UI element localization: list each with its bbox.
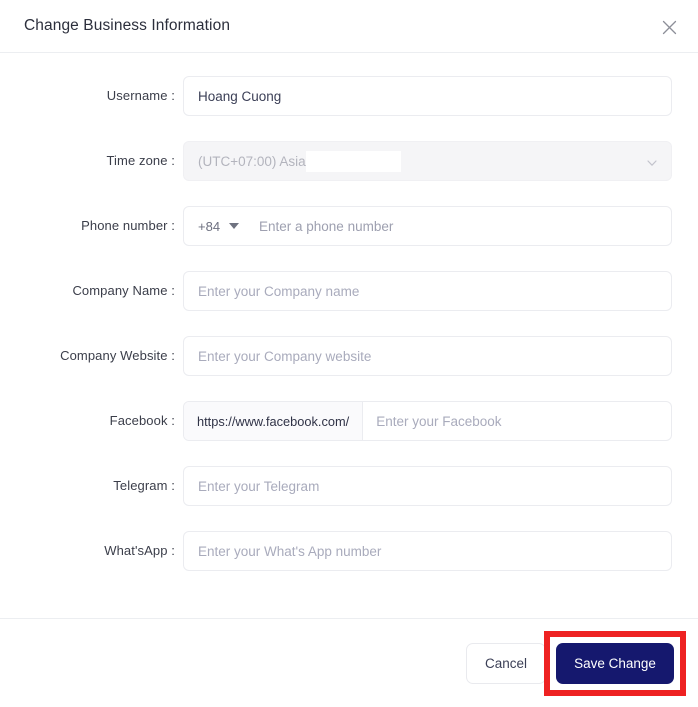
cancel-button[interactable]: Cancel <box>466 642 546 684</box>
dialog-body: Username : Time zone : (UTC+07:00) Asia/ <box>0 53 698 618</box>
save-change-button[interactable]: Save Change <box>556 642 674 684</box>
dialog-title: Change Business Information <box>24 17 231 34</box>
field-row-timezone: Time zone : (UTC+07:00) Asia/ <box>0 141 698 206</box>
dial-code-selector[interactable]: +84 <box>184 207 239 245</box>
phone-input[interactable] <box>239 207 671 245</box>
whatsapp-field-wrap <box>183 531 672 571</box>
dialog-footer: Cancel Save Change <box>0 618 698 707</box>
timezone-redaction-overlay <box>306 151 401 172</box>
field-row-facebook: Facebook : https://www.facebook.com/ <box>0 401 698 466</box>
company-website-input[interactable] <box>183 336 672 376</box>
facebook-field-wrap: https://www.facebook.com/ <box>183 401 672 441</box>
phone-label: Phone number : <box>81 218 175 233</box>
phone-input-group: +84 <box>183 206 672 246</box>
timezone-label: Time zone : <box>106 153 175 168</box>
field-row-telegram: Telegram : <box>0 466 698 531</box>
company-name-label: Company Name : <box>72 283 175 298</box>
company-website-label: Company Website : <box>60 348 175 363</box>
company-name-input[interactable] <box>183 271 672 311</box>
telegram-input[interactable] <box>183 466 672 506</box>
field-row-phone: Phone number : +84 <box>0 206 698 271</box>
timezone-select[interactable]: (UTC+07:00) Asia/ <box>183 141 672 181</box>
change-business-information-dialog: Change Business Information Username : T… <box>0 0 698 707</box>
caret-down-icon <box>229 223 239 229</box>
facebook-input[interactable] <box>363 402 671 440</box>
close-icon[interactable] <box>658 16 680 38</box>
dialog-header: Change Business Information <box>0 0 698 53</box>
company-website-field-wrap <box>183 336 672 376</box>
whatsapp-input[interactable] <box>183 531 672 571</box>
timezone-value: (UTC+07:00) Asia/ <box>198 153 310 169</box>
field-row-whatsapp: What'sApp : <box>0 531 698 596</box>
username-input[interactable] <box>183 76 672 116</box>
company-name-field-wrap <box>183 271 672 311</box>
timezone-field-wrap: (UTC+07:00) Asia/ <box>183 141 672 181</box>
username-field-wrap <box>183 76 672 116</box>
facebook-input-group: https://www.facebook.com/ <box>183 401 672 441</box>
facebook-label: Facebook : <box>109 413 175 428</box>
whatsapp-label: What'sApp : <box>104 543 175 558</box>
field-row-company-website: Company Website : <box>0 336 698 401</box>
facebook-url-prefix: https://www.facebook.com/ <box>184 402 364 440</box>
telegram-field-wrap <box>183 466 672 506</box>
username-label: Username : <box>106 88 175 103</box>
dial-code-value: +84 <box>198 218 220 234</box>
save-button-wrap: Save Change <box>544 630 686 696</box>
field-row-company-name: Company Name : <box>0 271 698 336</box>
field-row-username: Username : <box>0 76 698 141</box>
chevron-down-icon <box>646 156 658 168</box>
phone-field-wrap: +84 <box>183 206 672 246</box>
telegram-label: Telegram : <box>113 478 175 493</box>
